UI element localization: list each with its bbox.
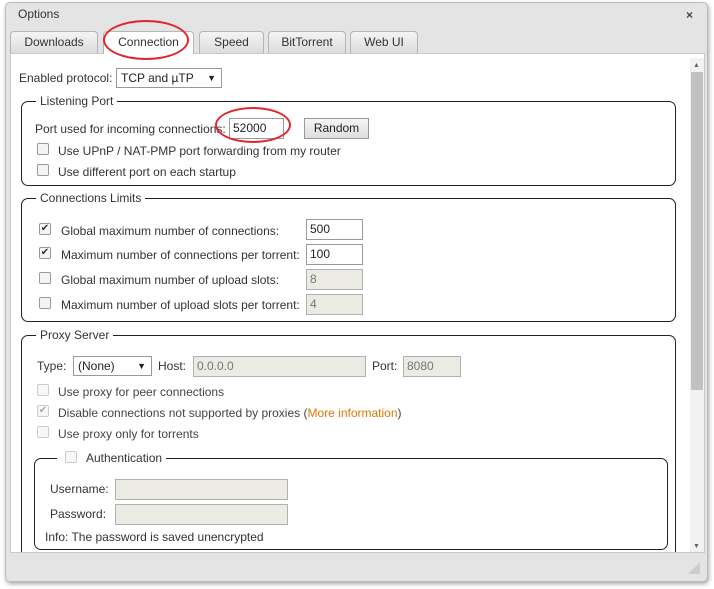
random-port-label: Use different port on each startup	[58, 165, 236, 179]
scrollbar-thumb[interactable]	[691, 72, 703, 390]
proxy-torrents-only-checkbox[interactable]	[37, 426, 49, 438]
global-connections-input[interactable]: 500	[306, 219, 363, 240]
tab-connection[interactable]: Connection	[103, 31, 194, 54]
global-upload-slots-input[interactable]: 8	[306, 269, 363, 290]
close-paren: )	[397, 406, 402, 420]
password-input[interactable]	[115, 504, 288, 525]
proxy-port-label: Port:	[372, 359, 398, 373]
proxy-type-select[interactable]: (None) ▼	[73, 356, 152, 376]
dropdown-arrow-icon: ▼	[137, 361, 146, 371]
authentication-label: Authentication	[86, 451, 163, 465]
tab-downloads[interactable]: Downloads	[10, 31, 98, 53]
scroll-down-icon[interactable]: ▼	[693, 543, 700, 550]
disable-unsupported-checkbox[interactable]: ✔	[37, 405, 49, 417]
proxy-peer-label: Use proxy for peer connections	[58, 385, 225, 399]
more-information-link[interactable]: More information	[307, 406, 397, 420]
upnp-label: Use UPnP / NAT-PMP port forwarding from …	[58, 144, 341, 158]
torrent-upload-slots-input[interactable]: 4	[306, 294, 363, 315]
password-info: Info: The password is saved unencrypted	[45, 530, 264, 544]
upnp-checkbox[interactable]	[37, 143, 49, 155]
limit-label: Global maximum number of connections:	[61, 224, 280, 238]
proxy-server-legend: Proxy Server	[40, 328, 110, 342]
protocol-label: Enabled protocol:	[19, 71, 113, 85]
tab-webui[interactable]: Web UI	[350, 31, 418, 53]
proxy-host-label: Host:	[158, 359, 187, 373]
connections-limits-legend: Connections Limits	[40, 191, 142, 205]
random-port-checkbox[interactable]	[37, 164, 49, 176]
proxy-host-input[interactable]: 0.0.0.0	[193, 356, 366, 377]
tab-speed[interactable]: Speed	[199, 31, 264, 53]
disable-unsupported-label: Disable connections not supported by pro…	[58, 406, 402, 420]
connection-panel: Enabled protocol: TCP and µTP ▼ Listening…	[10, 53, 705, 553]
torrent-upload-slots-checkbox[interactable]	[39, 297, 51, 309]
random-button[interactable]: Random	[304, 118, 369, 139]
resize-grip-icon[interactable]	[688, 562, 700, 574]
proxy-port-input[interactable]: 8080	[403, 356, 461, 377]
global-upload-slots-checkbox[interactable]	[39, 272, 51, 284]
global-connections-checkbox[interactable]: ✔	[39, 223, 51, 235]
dropdown-arrow-icon: ▼	[207, 73, 216, 83]
scroll-up-icon[interactable]: ▲	[693, 62, 700, 69]
torrent-connections-input[interactable]: 100	[306, 244, 363, 265]
username-label: Username:	[50, 482, 109, 496]
listening-port-legend: Listening Port	[40, 94, 114, 108]
password-label: Password:	[50, 507, 107, 521]
limit-label: Global maximum number of upload slots:	[61, 273, 280, 287]
proxy-type-label: Type:	[37, 359, 67, 373]
port-label: Port used for incoming connections:	[35, 122, 226, 136]
limit-label: Maximum number of connections per torren…	[61, 248, 300, 262]
close-icon[interactable]: ×	[686, 8, 693, 22]
dialog-title: Options	[18, 7, 60, 21]
tab-bittorrent[interactable]: BitTorrent	[268, 31, 346, 53]
torrent-connections-checkbox[interactable]: ✔	[39, 247, 51, 259]
authentication-checkbox[interactable]	[65, 451, 77, 463]
proxy-torrents-only-label: Use proxy only for torrents	[58, 427, 199, 441]
protocol-select[interactable]: TCP and µTP ▼	[116, 68, 222, 88]
protocol-value: TCP and µTP	[121, 71, 194, 85]
proxy-peer-checkbox[interactable]	[37, 384, 49, 396]
proxy-type-value: (None)	[78, 359, 115, 373]
disable-unsupported-text: Disable connections not supported by pro…	[58, 406, 308, 420]
username-input[interactable]	[115, 479, 288, 500]
limit-label: Maximum number of upload slots per torre…	[61, 298, 300, 312]
authentication-legend: Authentication	[57, 451, 166, 465]
port-input[interactable]: 52000	[229, 118, 284, 139]
